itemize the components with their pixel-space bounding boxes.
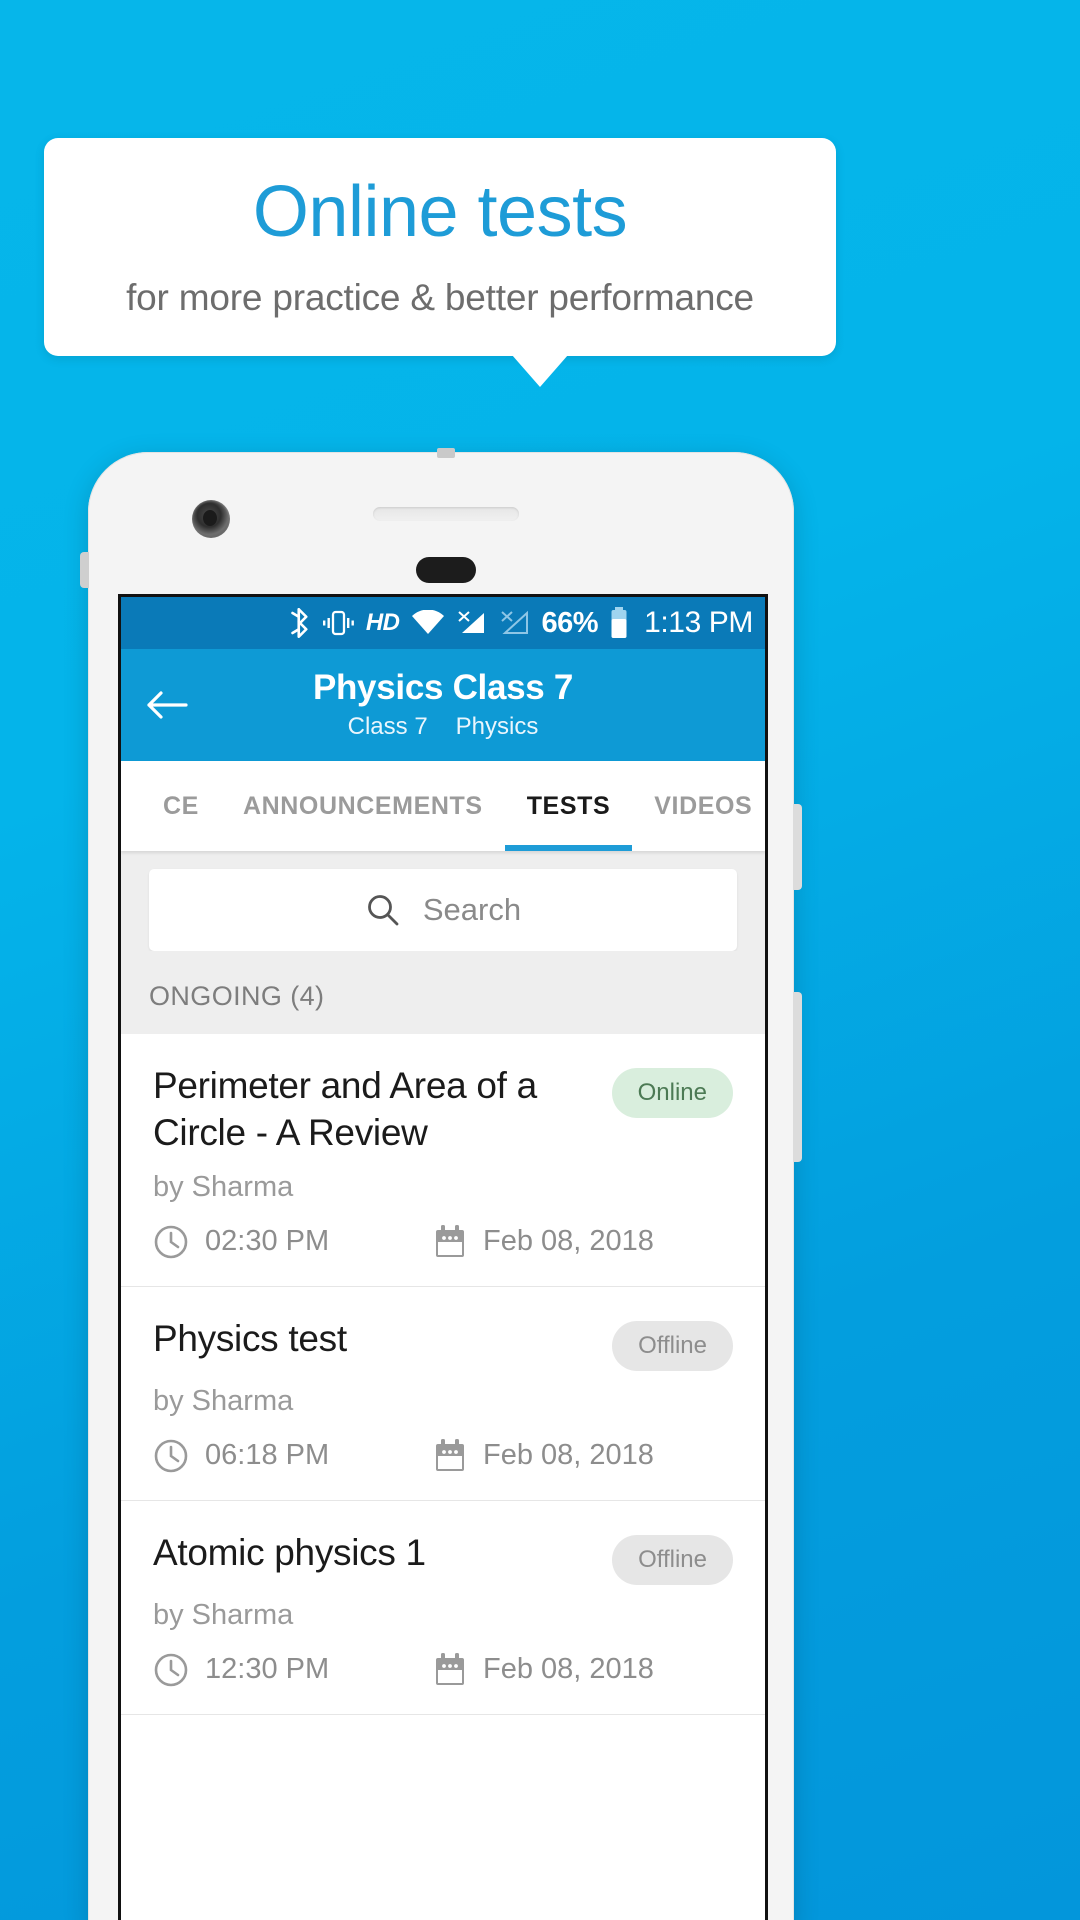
phone-antenna-notch <box>437 448 455 458</box>
test-list-item[interactable]: Physics test Offline by Sharma 06:18 PM <box>121 1286 765 1501</box>
front-camera-icon <box>192 500 230 538</box>
test-author: by Sharma <box>153 1384 294 1417</box>
test-time: 02:30 PM <box>153 1224 433 1260</box>
promo-callout-card: Online tests for more practice & better … <box>44 138 836 356</box>
test-header: Atomic physics 1 Offline <box>153 1529 733 1585</box>
breadcrumb: Class 7 Physics <box>348 713 539 741</box>
test-date-label: Feb 08, 2018 <box>483 1653 654 1686</box>
test-time-label: 12:30 PM <box>205 1653 330 1686</box>
power-button[interactable] <box>793 804 802 890</box>
breadcrumb-class: Class 7 <box>347 713 428 741</box>
app-bar: Physics Class 7 Class 7 Physics <box>121 649 765 761</box>
status-bar: HD 66% 1:13 PM <box>121 597 765 649</box>
status-bar-clock: 1:13 PM <box>644 606 753 639</box>
proximity-sensor <box>416 557 476 583</box>
status-badge: Offline <box>612 1534 733 1585</box>
tests-panel: Search ONGOING (4) Perimeter and Area of… <box>121 851 765 1920</box>
back-arrow-icon[interactable] <box>145 683 189 727</box>
test-time: 12:30 PM <box>153 1652 433 1688</box>
test-header: Physics test Offline <box>153 1315 733 1371</box>
test-time: 06:18 PM <box>153 1438 433 1474</box>
search-placeholder: Search <box>422 892 522 927</box>
test-time-label: 06:18 PM <box>205 1439 330 1472</box>
test-time-label: 02:30 PM <box>205 1225 330 1258</box>
clock-icon <box>153 1438 189 1474</box>
signal-no-service-icon <box>499 610 531 636</box>
bluetooth-icon <box>290 608 310 638</box>
search-icon <box>365 892 401 928</box>
page-title: Physics Class 7 <box>312 667 574 707</box>
section-header-ongoing: ONGOING (4) <box>121 951 765 1034</box>
test-date-label: Feb 08, 2018 <box>483 1225 654 1258</box>
tab-announcements[interactable]: ANNOUNCEMENTS <box>221 761 505 851</box>
test-meta: 06:18 PM Feb 08, 2018 <box>153 1438 733 1474</box>
search-input[interactable]: Search <box>149 869 737 951</box>
earpiece-speaker <box>373 507 519 521</box>
phone-mockup: HD 66% 1:13 PM Physics Class 7 Class 7 P… <box>80 448 802 1920</box>
test-title: Perimeter and Area of a Circle - A Revie… <box>153 1065 537 1154</box>
test-date-label: Feb 08, 2018 <box>483 1439 654 1472</box>
hd-label: HD <box>365 609 400 636</box>
test-list-item[interactable]: Perimeter and Area of a Circle - A Revie… <box>121 1034 765 1287</box>
tab-ce[interactable]: CE <box>141 761 221 851</box>
clock-icon <box>153 1224 189 1260</box>
test-title: Atomic physics 1 <box>153 1531 426 1573</box>
battery-icon <box>609 607 629 639</box>
promo-callout-tail <box>512 355 568 387</box>
phone-screen: HD 66% 1:13 PM Physics Class 7 Class 7 P… <box>118 594 768 1920</box>
status-badge: Offline <box>612 1320 733 1371</box>
battery-percent: 66% <box>541 606 599 639</box>
volume-button[interactable] <box>793 992 802 1162</box>
tab-videos[interactable]: VIDEOS <box>632 761 765 851</box>
status-badge: Online <box>611 1068 733 1118</box>
test-title: Physics test <box>153 1317 347 1359</box>
left-side-button[interactable] <box>80 552 89 588</box>
test-date: Feb 08, 2018 <box>433 1224 654 1260</box>
promo-subtitle: for more practice & better performance <box>126 276 754 318</box>
test-date: Feb 08, 2018 <box>433 1652 654 1688</box>
search-area: Search <box>121 851 765 951</box>
calendar-icon <box>433 1224 467 1260</box>
test-author: by Sharma <box>153 1170 294 1203</box>
test-meta: 12:30 PM Feb 08, 2018 <box>153 1652 733 1688</box>
test-meta: 02:30 PM Feb 08, 2018 <box>153 1224 733 1260</box>
tab-tests[interactable]: TESTS <box>504 761 633 851</box>
signal-no-sim-icon <box>456 610 488 636</box>
test-date: Feb 08, 2018 <box>433 1438 654 1474</box>
test-author: by Sharma <box>153 1598 294 1631</box>
wifi-icon <box>411 610 445 636</box>
clock-icon <box>153 1652 189 1688</box>
test-list-item[interactable]: Atomic physics 1 Offline by Sharma 12:30… <box>121 1500 765 1715</box>
tab-bar: CE ANNOUNCEMENTS TESTS VIDEOS <box>121 761 765 851</box>
calendar-icon <box>433 1652 467 1688</box>
promo-title: Online tests <box>252 172 628 253</box>
calendar-icon <box>433 1438 467 1474</box>
test-header: Perimeter and Area of a Circle - A Revie… <box>153 1062 733 1157</box>
breadcrumb-subject: Physics <box>455 713 539 741</box>
vibrate-icon <box>321 609 355 637</box>
